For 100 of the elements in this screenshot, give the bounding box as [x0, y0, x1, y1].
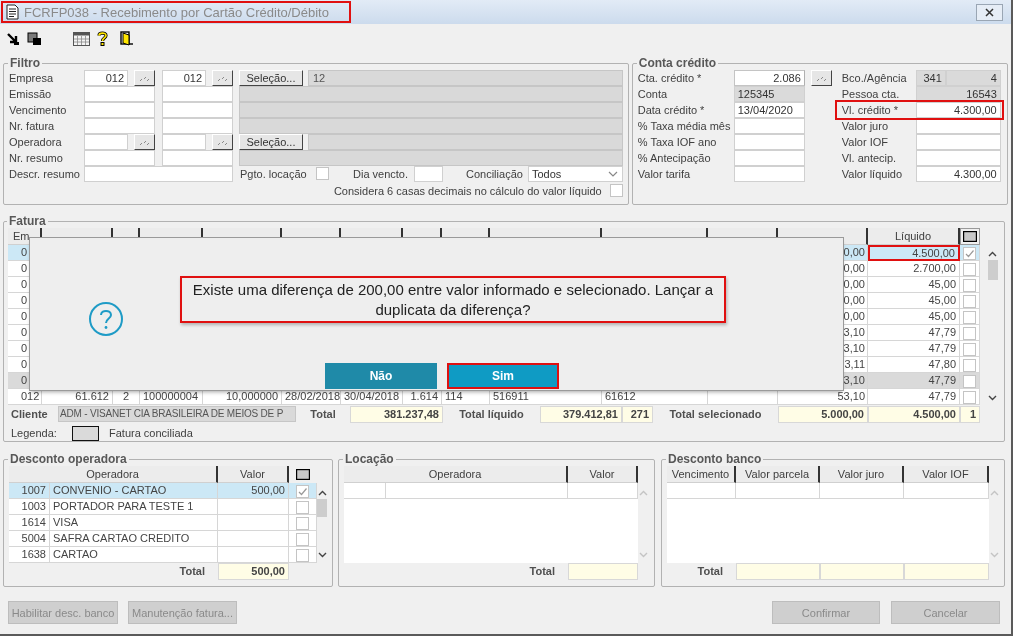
field-label: Total — [309, 407, 337, 422]
field-label: Bco./Agência — [841, 71, 908, 86]
dialog-button[interactable]: Não — [325, 363, 437, 389]
input-field[interactable] — [84, 150, 155, 166]
field-label: Cta. crédito * — [637, 71, 703, 86]
checkbox[interactable] — [963, 390, 976, 404]
calendar-icon — [73, 31, 90, 46]
input-field[interactable]: 012 — [162, 70, 206, 86]
table-cell: 45,00 — [868, 293, 960, 309]
toolbar-button[interactable] — [73, 31, 90, 46]
checkbox[interactable] — [963, 310, 976, 324]
checkbox[interactable] — [296, 548, 309, 562]
dropdown[interactable]: Todos — [528, 166, 623, 182]
field-label: % Antecipação — [637, 151, 712, 166]
toolbar-button[interactable] — [6, 31, 20, 46]
input-field[interactable]: 4.300,00 — [915, 166, 1001, 182]
input-field[interactable] — [162, 150, 233, 166]
checkbox[interactable] — [296, 516, 309, 530]
input-field[interactable] — [733, 166, 805, 182]
panel-title: Fatura — [8, 215, 47, 228]
input-field[interactable] — [162, 134, 206, 150]
input-field[interactable] — [162, 118, 233, 134]
table-cell: 4.500,00 — [868, 245, 960, 261]
total-field: 379.412,81 — [540, 406, 622, 423]
checkbox[interactable] — [963, 358, 976, 372]
input-field[interactable]: 4.300,00 — [915, 102, 1001, 118]
close-button[interactable] — [976, 3, 1003, 21]
field-label: Valor IOF — [841, 135, 889, 150]
selection-button[interactable]: Seleção... — [239, 134, 303, 150]
checkbox[interactable] — [963, 294, 976, 308]
total-field: 5.000,00 — [778, 406, 868, 423]
field-label: Emissão — [9, 87, 53, 102]
checkbox[interactable] — [963, 278, 976, 292]
dots-icon — [217, 138, 228, 146]
input-field[interactable] — [733, 134, 805, 150]
field-label: Total — [696, 564, 724, 579]
help-icon — [97, 31, 108, 46]
input-field[interactable] — [915, 150, 1001, 166]
table-cell: 2.700,00 — [868, 261, 960, 277]
input-field[interactable] — [84, 118, 155, 134]
lookup-button[interactable] — [212, 70, 233, 86]
panel-title: Locação — [344, 453, 395, 466]
field-label: % Taxa IOF ano — [637, 135, 718, 150]
input-field[interactable]: 012 — [84, 70, 128, 86]
scroll-thumb[interactable] — [987, 260, 998, 280]
input-field[interactable] — [162, 86, 233, 102]
checkbox[interactable] — [296, 532, 309, 546]
column-header: Vencimento — [667, 466, 736, 483]
toolbar-button[interactable] — [27, 31, 42, 46]
checkbox[interactable] — [296, 484, 309, 498]
checkbox[interactable] — [296, 500, 309, 514]
checkbox[interactable] — [963, 246, 976, 260]
panel-title: Conta crédito — [637, 57, 718, 70]
checkbox[interactable] — [316, 167, 329, 180]
column-header: Valor juro — [820, 466, 904, 483]
caret-up-icon — [988, 251, 997, 257]
input-field[interactable] — [915, 134, 1001, 150]
input-field[interactable] — [84, 86, 155, 102]
table-cell: CONVENIO - CARTAO — [50, 483, 218, 499]
input-field[interactable] — [733, 150, 805, 166]
column-header: Valor parcela — [736, 466, 820, 483]
close-icon — [985, 7, 994, 17]
scroll-thumb[interactable] — [317, 499, 327, 517]
total-field: 1 — [960, 406, 980, 423]
table-cell: 47,79 — [868, 341, 960, 357]
checkbox[interactable] — [963, 342, 976, 356]
field-label: Nr. fatura — [9, 119, 56, 134]
toolbar-button[interactable] — [97, 31, 108, 46]
field-label: Dia vencto. — [353, 167, 410, 182]
column-header: Operadora — [344, 466, 568, 483]
selection-button[interactable]: Seleção... — [239, 70, 303, 86]
input-field[interactable] — [84, 102, 155, 118]
toolbar-button[interactable] — [120, 31, 134, 46]
field-label: Pgto. locação — [240, 167, 308, 182]
checkbox[interactable] — [609, 184, 623, 197]
input-field[interactable]: 13/04/2020 — [733, 102, 805, 118]
field-label: Total — [528, 564, 556, 579]
checkbox[interactable] — [963, 262, 976, 276]
checkbox[interactable] — [963, 326, 976, 340]
input-field[interactable]: 2.086 — [733, 70, 805, 86]
field-label: Total — [178, 564, 206, 579]
lookup-button[interactable] — [134, 134, 155, 150]
window-title: FCRFP038 - Recebimento por Cartão Crédito/Débito — [24, 4, 329, 20]
input-field[interactable] — [84, 166, 233, 182]
checkbox[interactable] — [963, 374, 976, 388]
lookup-button[interactable] — [134, 70, 155, 86]
input-field[interactable] — [162, 102, 233, 118]
help-icon — [88, 301, 124, 337]
caret-down-icon — [988, 395, 997, 401]
lookup-button[interactable] — [212, 134, 233, 150]
lookup-button[interactable] — [810, 70, 832, 86]
table-cell: VISA — [50, 515, 218, 531]
input-field[interactable] — [733, 118, 805, 134]
table-cell: 1638 — [9, 547, 50, 563]
table-cell: 47,80 — [868, 357, 960, 373]
caret-down-icon — [989, 552, 999, 558]
legend-label: Fatura conciliada — [109, 427, 193, 439]
input-field[interactable] — [414, 166, 443, 182]
table-cell: 47,79 — [868, 373, 960, 389]
input-field[interactable] — [84, 134, 128, 150]
